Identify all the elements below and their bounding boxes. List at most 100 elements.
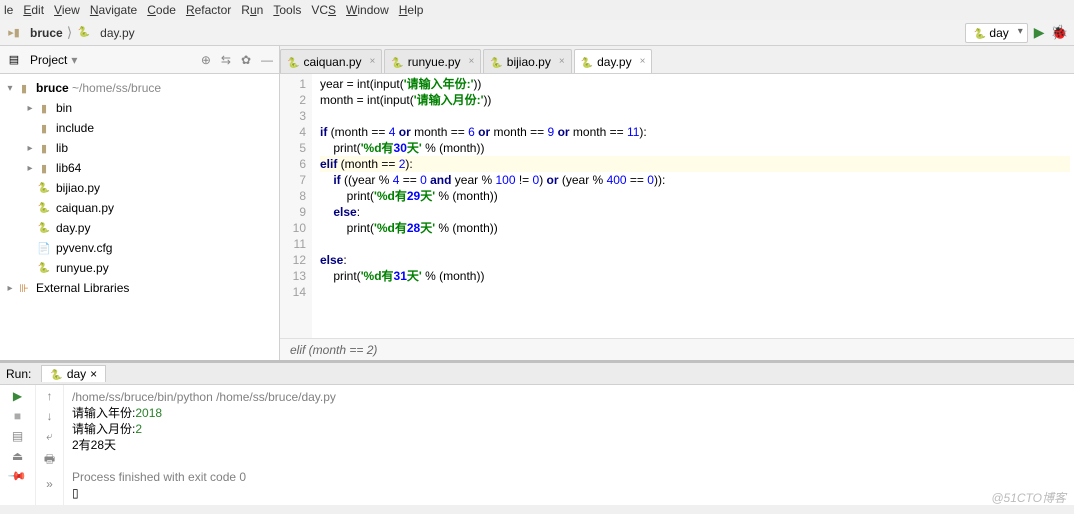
run-tab[interactable]: day × [41,365,106,382]
nav-bar: ▸▮ bruce ⟩ day.py day ▶ 🐞 [0,20,1074,46]
console-exit: Process finished with exit code 0 [72,469,1066,485]
run-config-selector[interactable]: day [965,23,1028,43]
hide-icon[interactable]: — [261,53,273,67]
tree-item-lib[interactable]: ▸▮lib [0,138,279,158]
tab-day-py[interactable]: day.py× [574,49,653,73]
line-gutter: 1234567891011121314 [280,74,312,338]
chevron-right-icon[interactable]: ▸ [4,283,16,294]
pin-icon[interactable]: 📌 [7,466,27,486]
stop-button[interactable]: ■ [14,409,21,423]
run-button[interactable]: ▶ [1034,24,1045,41]
tree-item-runyue-py[interactable]: runyue.py [0,258,279,278]
tree-root[interactable]: ▾ ▮ bruce ~/home/ss/bruce [0,78,279,98]
settings-icon[interactable]: ✿ [241,53,251,67]
python-icon [287,55,299,69]
up-icon[interactable]: ↑ [47,389,53,403]
console-line: 请输入年份:2018 [72,405,1066,421]
close-icon[interactable]: × [370,56,376,67]
rerun-button[interactable]: ▶ [13,389,22,403]
tree-item-lib64[interactable]: ▸▮lib64 [0,158,279,178]
tab-bijiao-py[interactable]: bijiao.py× [483,49,571,73]
menu-navigate[interactable]: Navigate [90,3,137,17]
file-icon: 📄 [36,241,52,255]
menu-view[interactable]: View [54,3,80,17]
menu-refactor[interactable]: Refactor [186,3,231,17]
editor-tabs: caiquan.py×runyue.py×bijiao.py×day.py× [280,46,1074,74]
chevron-down-icon[interactable]: ▾ [4,83,16,94]
chevron-icon[interactable]: ▸ [24,103,36,114]
dropdown-icon[interactable]: ▾ [71,53,77,67]
chevron-icon[interactable]: ▸ [24,143,36,154]
close-icon[interactable]: × [640,56,646,67]
tree-item-pyvenv-cfg[interactable]: 📄pyvenv.cfg [0,238,279,258]
run-toolbar-2: ↑ ↓ ⤶ 🖶 » [36,385,64,505]
sidebar-title: Project [30,53,67,67]
run-toolbar: ▶ ■ ▤ ⏏ 📌 [0,385,36,505]
close-icon[interactable]: × [469,56,475,67]
code-lines[interactable]: year = int(input('请输入年份:'))month = int(i… [312,74,1074,338]
console-out: 2有28天 [72,437,1066,453]
folder-icon: ▮ [16,81,32,95]
project-tree: ▾ ▮ bruce ~/home/ss/bruce ▸▮bin▮include▸… [0,74,279,360]
python-icon [50,367,62,381]
tree-item-day-py[interactable]: day.py [0,218,279,238]
code-editor[interactable]: 1234567891011121314 year = int(input('请输… [280,74,1074,338]
tab-label: caiquan.py [303,55,361,69]
menu-edit[interactable]: Edit [23,3,44,17]
menu-tools[interactable]: Tools [273,3,301,17]
sidebar-header: ▤ Project ▾ ⊕ ⇆ ✿ — [0,46,279,74]
tree-item-label: bin [56,101,72,115]
wrap-icon[interactable]: ⤶ [46,429,53,444]
folder-icon: ▮ [36,121,52,135]
print-icon[interactable]: 🖶 [44,450,55,471]
tree-external[interactable]: ▸ ⊪ External Libraries [0,278,279,298]
menu-help[interactable]: Help [399,3,424,17]
tab-runyue-py[interactable]: runyue.py × [384,49,481,73]
tree-item-label: runyue.py [56,261,109,275]
close-icon[interactable]: × [559,56,565,67]
expand-icon[interactable]: » [46,477,53,491]
tree-item-bijiao-py[interactable]: bijiao.py [0,178,279,198]
tree-item-label: include [56,121,94,135]
menu-vcs[interactable]: VCS [311,3,336,17]
exit-button[interactable]: ⏏ [12,449,23,463]
breadcrumb-root[interactable]: bruce [30,26,63,40]
tree-item-include[interactable]: ▮ include [0,118,279,138]
library-icon: ⊪ [16,281,32,295]
python-icon [36,261,52,275]
python-icon [581,55,593,69]
menu-bar: le Edit View Navigate Code Refactor Run … [0,0,1074,20]
menu-code[interactable]: Code [147,3,176,17]
console-output[interactable]: /home/ss/bruce/bin/python /home/ss/bruce… [64,385,1074,505]
tree-item-label: lib64 [56,161,81,175]
python-icon [391,55,403,69]
watermark: @51CTO博客 [991,489,1066,506]
tree-root-name: bruce [36,81,69,95]
tree-item-bin[interactable]: ▸▮bin [0,98,279,118]
tree-item-caiquan-py[interactable]: caiquan.py [0,198,279,218]
debug-button[interactable]: 🐞 [1051,24,1068,41]
tab-caiquan-py[interactable]: caiquan.py × [280,49,382,73]
folder-icon: ▸▮ [6,26,22,40]
editor-area: caiquan.py×runyue.py×bijiao.py×day.py× 1… [280,46,1074,360]
layout-button[interactable]: ▤ [12,429,23,443]
tree-item-label: bijiao.py [56,181,100,195]
tree-item-label: lib [56,141,68,155]
tab-label: runyue.py [408,55,461,69]
down-icon[interactable]: ↓ [47,409,53,423]
menu-file[interactable]: le [4,3,13,17]
target-icon[interactable]: ⊕ [201,53,211,67]
breadcrumb-file[interactable]: day.py [100,26,134,40]
external-libs-label: External Libraries [36,281,129,295]
menu-run[interactable]: Run [241,3,263,17]
python-icon [76,26,92,40]
console-cursor[interactable]: ▯ [72,485,1066,501]
menu-window[interactable]: Window [346,3,389,17]
run-tab-label: day [67,367,86,381]
close-icon[interactable]: × [90,367,97,381]
console-cmd: /home/ss/bruce/bin/python /home/ss/bruce… [72,389,1066,405]
tree-root-path: ~/home/ss/bruce [72,81,161,95]
run-panel: Run: day × ▶ ■ ▤ ⏏ 📌 ↑ ↓ ⤶ 🖶 » /home/ss/… [0,360,1074,505]
chevron-icon[interactable]: ▸ [24,163,36,174]
collapse-icon[interactable]: ⇆ [221,53,231,67]
